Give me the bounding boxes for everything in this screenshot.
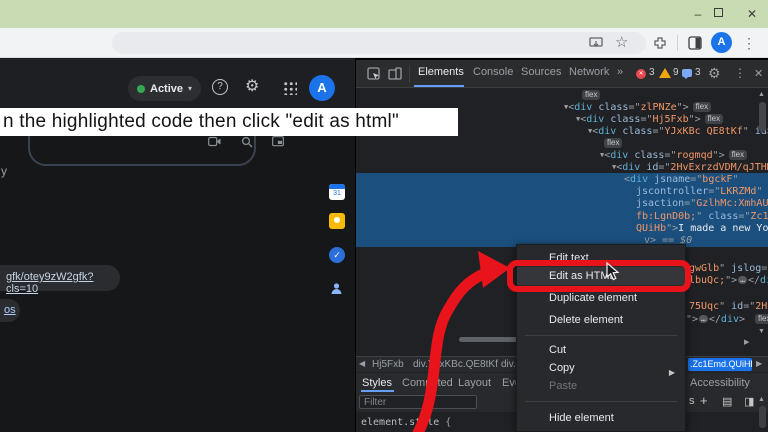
flex-badge[interactable]: flex	[755, 314, 768, 324]
window-titlebar	[0, 0, 768, 28]
help-icon[interactable]: ?	[212, 79, 228, 95]
new-style-rule-icon[interactable]: +	[700, 393, 708, 408]
side-panel-icon[interactable]	[688, 36, 702, 50]
tab-styles[interactable]: Styles	[362, 377, 392, 389]
menu-separator	[525, 401, 677, 402]
menu-item-paste[interactable]: Paste	[517, 377, 685, 395]
scroll-up-icon[interactable]: ▲	[758, 91, 765, 98]
menu-item-cut[interactable]: Cut	[517, 341, 685, 359]
calendar-icon[interactable]: 31	[329, 184, 345, 200]
vertical-scrollbar[interactable]	[759, 102, 766, 132]
screenshot-stage: – ✕ ☆ A ⋮ Active ▾ ? ⚙ A	[0, 0, 768, 432]
flex-badge[interactable]: flex	[604, 138, 622, 148]
search-icon[interactable]	[241, 136, 253, 148]
breadcrumb-back-icon[interactable]: ◀	[359, 359, 365, 368]
breadcrumb-forward-icon[interactable]: ▶	[756, 359, 762, 368]
chat-link[interactable]: gfk/otey9zW2gfk?cls=10	[6, 271, 120, 295]
scroll-right-icon[interactable]: ▶	[744, 338, 749, 346]
tasks-icon[interactable]: ✓	[329, 247, 345, 263]
picture-in-picture-icon[interactable]	[272, 136, 284, 147]
breadcrumb-item[interactable]: div.YJxKBc.QE8tKf	[413, 359, 498, 370]
chat-message-bubble: os	[0, 299, 20, 322]
dom-tree-line[interactable]: jsaction="GzlhMc:XmhAUe;uX	[356, 197, 768, 210]
minimize-button[interactable]: –	[690, 6, 706, 22]
expand-icon[interactable]: …	[738, 276, 747, 284]
toolbar-divider	[677, 35, 678, 51]
menu-item-copy[interactable]: Copy ▶	[517, 359, 685, 377]
status-dot-icon	[137, 85, 145, 93]
keep-icon[interactable]	[329, 213, 345, 229]
scroll-up-icon[interactable]: ▲	[758, 396, 765, 403]
menu-item-hide-element[interactable]: Hide element	[517, 409, 685, 427]
chevron-down-icon: ▾	[188, 84, 192, 93]
video-caption: n the highlighted code then click "edit …	[0, 108, 458, 136]
clipped-text: y	[1, 164, 7, 178]
tab-layout[interactable]: Layout	[458, 377, 491, 389]
extensions-icon[interactable]	[653, 36, 667, 50]
status-label: Active	[150, 83, 183, 95]
annotation-highlight-box	[507, 260, 691, 292]
send-to-device-icon[interactable]	[589, 36, 603, 50]
breadcrumb-item-selected[interactable]: .Zc1Emd.QUiHb	[688, 358, 752, 371]
flex-badge[interactable]: flex	[705, 114, 723, 124]
flex-badge[interactable]: flex	[693, 102, 711, 112]
scroll-down-icon[interactable]: ▼	[758, 328, 765, 335]
styles-scrollbar[interactable]	[759, 406, 766, 428]
expand-icon[interactable]: …	[699, 315, 708, 323]
flex-badge[interactable]: flex	[582, 90, 600, 100]
breadcrumb-item[interactable]: Hj5Fxb	[372, 359, 404, 370]
element-style-rule[interactable]: element.style {	[361, 417, 451, 428]
menu-separator	[525, 335, 677, 336]
class-toggle-partial[interactable]: s	[689, 395, 695, 407]
status-pill[interactable]: Active ▾	[128, 76, 201, 101]
computed-styles-icon[interactable]: ▤	[722, 395, 732, 408]
tab-accessibility[interactable]: Accessibility	[690, 377, 750, 389]
chat-link-short[interactable]: os	[4, 304, 16, 316]
close-button[interactable]: ✕	[744, 6, 760, 22]
flex-badge[interactable]: flex	[729, 150, 747, 160]
browser-profile-avatar[interactable]: A	[711, 32, 732, 53]
maximize-button[interactable]	[714, 8, 723, 17]
address-bar[interactable]	[112, 32, 646, 54]
video-camera-icon[interactable]	[208, 136, 221, 147]
browser-toolbar: ☆ A ⋮	[0, 28, 768, 58]
apps-grid-icon[interactable]	[283, 81, 297, 95]
page-profile-avatar[interactable]: A	[309, 75, 335, 101]
bookmark-star-icon[interactable]: ☆	[615, 33, 628, 53]
layout-sidebar-icon[interactable]: ◨	[744, 395, 754, 408]
chat-message-bubble: gfk/otey9zW2gfk?cls=10	[0, 265, 120, 291]
contacts-icon[interactable]	[329, 281, 344, 296]
browser-menu-icon[interactable]: ⋮	[742, 33, 756, 53]
settings-gear-icon[interactable]: ⚙	[245, 76, 259, 96]
menu-item-delete-element[interactable]: Delete element	[517, 311, 685, 329]
filter-input[interactable]	[359, 395, 477, 409]
tab-computed[interactable]: Computed	[402, 377, 453, 389]
